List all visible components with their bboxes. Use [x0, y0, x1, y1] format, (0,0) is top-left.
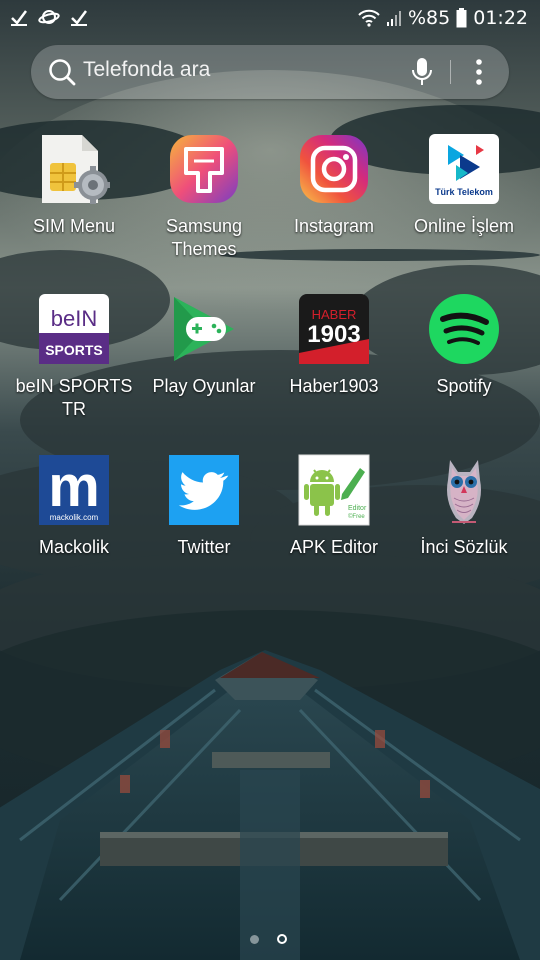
planet-icon — [38, 10, 60, 24]
search-divider — [450, 60, 451, 84]
mackolik-logo-icon: m mackolik.com — [39, 454, 109, 525]
bein-text: beIN — [51, 306, 97, 331]
clock: 01:22 — [473, 7, 528, 29]
page-dot-1[interactable] — [250, 934, 259, 944]
instagram-camera-icon — [300, 135, 368, 203]
page-dot-2-active[interactable] — [277, 934, 287, 944]
spotify-logo-icon — [429, 294, 499, 364]
notification-icons — [10, 8, 88, 26]
app-label: Twitter — [177, 537, 231, 557]
app-label: APK Editor — [289, 537, 379, 557]
android-robot-icon: Editor ©Free — [298, 454, 370, 526]
check-icon — [11, 10, 27, 26]
turk-telekom-text: Türk Telekom — [435, 187, 493, 197]
app-label: Haber1903 — [289, 376, 379, 396]
mackolik-letter: m — [48, 454, 100, 519]
haber-text: HABER — [312, 307, 357, 322]
haber1903-logo-icon: HABER 1903 — [299, 294, 369, 364]
owl-icon — [447, 460, 481, 524]
apk-editor-text: Editor — [348, 505, 367, 512]
check-icon — [71, 10, 87, 26]
sports-text: SPORTS — [45, 342, 103, 358]
paint-brush-icon — [170, 135, 238, 203]
app-label: Spotify — [436, 376, 492, 396]
signal-icon — [387, 11, 401, 26]
more-options-icon[interactable] — [475, 58, 483, 86]
mackolik-domain: mackolik.com — [50, 513, 99, 522]
sim-card-gear-icon — [42, 135, 110, 204]
twitter-bird-icon — [169, 455, 239, 525]
app-label: Online İşlem — [413, 216, 515, 236]
haber-number-text: 1903 — [307, 321, 360, 348]
status-bar: %85 01:22 — [0, 0, 540, 38]
apk-free-text: ©Free — [348, 513, 365, 520]
microphone-icon[interactable] — [411, 56, 433, 88]
app-label: SIM Menu — [32, 216, 116, 236]
page-indicator — [250, 934, 287, 944]
app-label: Samsung Themes — [165, 216, 243, 259]
search-placeholder: Telefonda ara — [83, 58, 211, 81]
phone-search-bar[interactable]: Telefonda ara — [31, 45, 509, 99]
app-label: İnci Sözlük — [420, 537, 508, 557]
app-label: Instagram — [293, 216, 375, 236]
bein-sports-logo-icon: beIN SPORTS — [39, 294, 109, 364]
gamepad-icon — [174, 297, 234, 361]
app-label: Play Oyunlar — [152, 376, 256, 396]
battery-icon — [456, 8, 467, 28]
battery-percent: %85 — [408, 7, 451, 29]
wifi-icon — [358, 9, 380, 27]
app-label: Mackolik — [38, 537, 109, 557]
turk-telekom-logo-icon: Türk Telekom — [429, 134, 499, 204]
search-icon — [49, 59, 76, 86]
app-label: beIN SPORTS TR — [15, 376, 133, 419]
